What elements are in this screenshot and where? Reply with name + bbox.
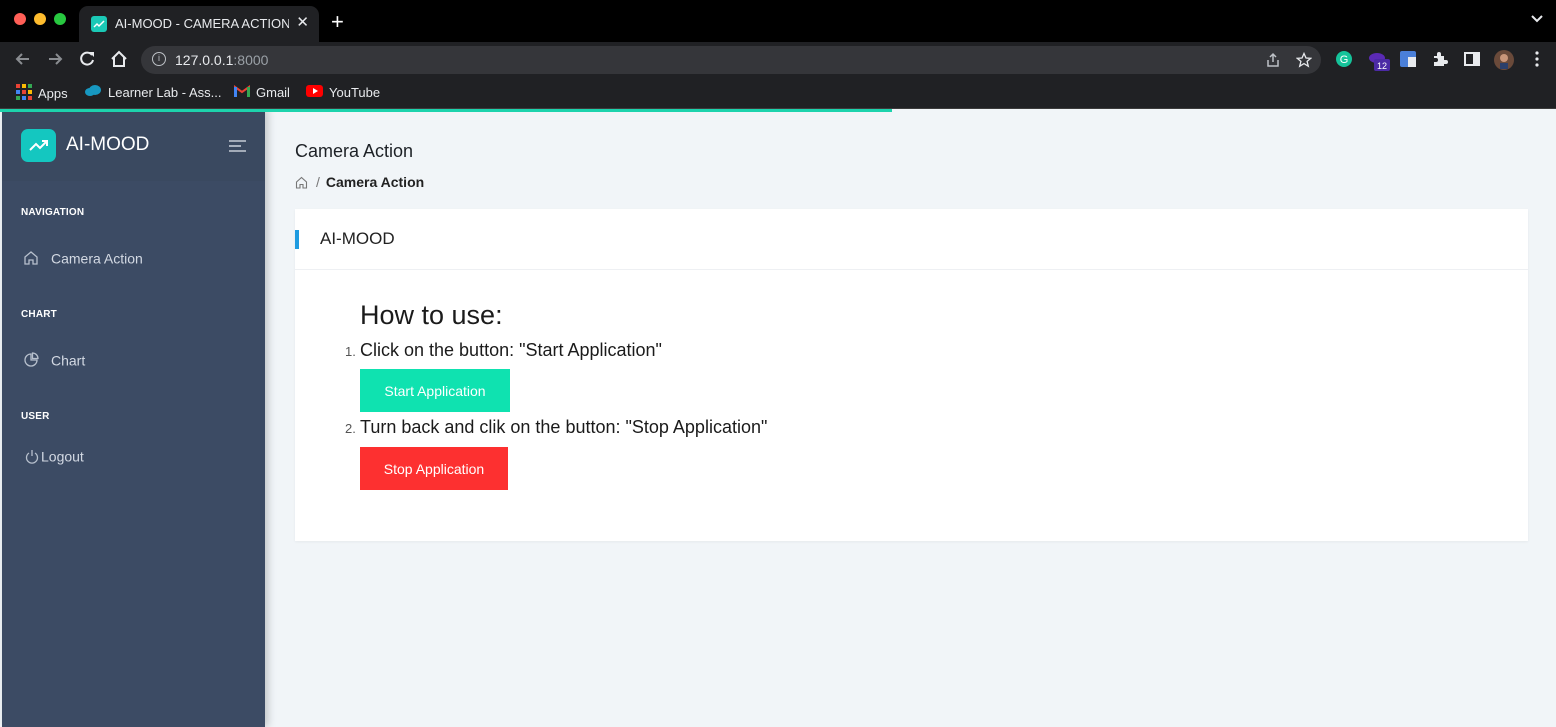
step-text: Turn back and clik on the button: "Stop … <box>360 417 768 437</box>
sidebar-item-camera-action[interactable]: Camera Action <box>23 249 143 271</box>
power-icon <box>25 449 39 464</box>
extension-badge-icon[interactable]: 12 <box>1367 50 1393 74</box>
reload-icon[interactable] <box>77 49 97 69</box>
bookmark-star-icon[interactable] <box>1295 51 1313 73</box>
sidebar-item-label: Logout <box>41 448 84 465</box>
step-text: Click on the button: "Start Application" <box>360 340 662 360</box>
breadcrumb-current: Camera Action <box>325 174 425 190</box>
extensions-puzzle-icon[interactable] <box>1431 50 1449 68</box>
browser-tab[interactable]: AI-MOOD - CAMERA ACTION | ✕ <box>79 6 319 42</box>
minimize-window-button[interactable] <box>34 13 46 25</box>
trending-up-logo-icon[interactable] <box>21 129 56 162</box>
sidebar-item-label: Chart <box>51 352 86 369</box>
web-page: AI-MOOD NAVIGATION Camera Action CHART C… <box>0 109 1556 727</box>
card-title: AI-MOOD <box>320 229 395 248</box>
bookmarks-bar: Apps Learner Lab - Ass... Gmail YouTube <box>0 78 1556 109</box>
start-application-button[interactable]: Start Application <box>360 369 510 412</box>
new-tab-button[interactable]: + <box>331 9 344 35</box>
back-arrow-icon[interactable] <box>13 49 33 69</box>
tab-search-chevron-icon[interactable] <box>1530 12 1544 31</box>
more-menu-icon[interactable] <box>1528 50 1546 68</box>
page-load-progress-bar <box>0 109 892 112</box>
breadcrumb-home-icon[interactable] <box>295 176 308 189</box>
google-translate-extension-icon[interactable] <box>1399 50 1417 68</box>
tab-favicon-icon <box>91 16 107 32</box>
page-title: Camera Action <box>295 141 414 161</box>
address-bar[interactable]: i 127.0.0.1:8000 <box>141 46 1321 74</box>
nav-section-navigation: NAVIGATION <box>21 207 85 218</box>
step-number: 2. <box>345 421 356 436</box>
forward-arrow-icon[interactable] <box>45 49 65 69</box>
step-number: 1. <box>345 344 356 359</box>
profile-avatar[interactable] <box>1494 50 1514 70</box>
brand-name[interactable]: AI-MOOD <box>66 134 149 156</box>
grammarly-extension-icon[interactable]: G <box>1335 50 1353 68</box>
how-to-heading: How to use: <box>360 300 503 330</box>
nav-section-chart: CHART <box>21 309 57 320</box>
svg-text:G: G <box>1340 54 1349 66</box>
breadcrumb: / Camera Action <box>295 174 424 190</box>
home-icon[interactable] <box>109 49 129 69</box>
close-window-button[interactable] <box>14 13 26 25</box>
salesforce-cloud-icon <box>84 84 102 101</box>
share-icon[interactable] <box>1265 52 1281 73</box>
tab-title: AI-MOOD - CAMERA ACTION | <box>115 16 289 31</box>
instructions-card: AI-MOOD How to use: 1. Click on the butt… <box>295 209 1528 541</box>
bookmark-apps[interactable]: Apps <box>16 84 68 102</box>
svg-text:12: 12 <box>1377 61 1387 71</box>
sidebar-item-label: Camera Action <box>51 250 143 267</box>
browser-toolbar: i 127.0.0.1:8000 <box>0 42 1556 78</box>
sidebar-item-chart[interactable]: Chart <box>23 351 85 373</box>
breadcrumb-separator: / <box>316 174 320 190</box>
stop-application-button[interactable]: Stop Application <box>360 447 508 490</box>
nav-section-user: USER <box>21 411 50 422</box>
bookmark-learner-lab[interactable]: Learner Lab - Ass... <box>84 84 221 102</box>
youtube-icon <box>306 85 323 100</box>
pie-chart-icon <box>24 352 39 367</box>
sidebar-header: AI-MOOD <box>2 109 265 181</box>
side-panel-icon[interactable] <box>1463 50 1481 68</box>
gmail-icon <box>234 85 250 100</box>
menu-toggle-icon[interactable] <box>229 139 247 158</box>
bookmark-gmail[interactable]: Gmail <box>234 84 290 102</box>
browser-tab-strip: AI-MOOD - CAMERA ACTION | ✕ + <box>0 0 1556 42</box>
home-icon <box>24 251 38 265</box>
maximize-window-button[interactable] <box>54 13 66 25</box>
sidebar: AI-MOOD NAVIGATION Camera Action CHART C… <box>2 109 265 727</box>
card-header: AI-MOOD <box>295 209 1528 270</box>
apps-grid-icon <box>16 84 32 103</box>
bookmark-youtube[interactable]: YouTube <box>306 84 380 102</box>
card-accent-bar <box>295 230 299 249</box>
address-url[interactable]: 127.0.0.1:8000 <box>175 52 268 68</box>
sidebar-item-logout[interactable]: Logout <box>25 447 84 469</box>
site-info-icon[interactable]: i <box>152 52 166 66</box>
tab-close-icon[interactable]: ✕ <box>296 13 309 31</box>
